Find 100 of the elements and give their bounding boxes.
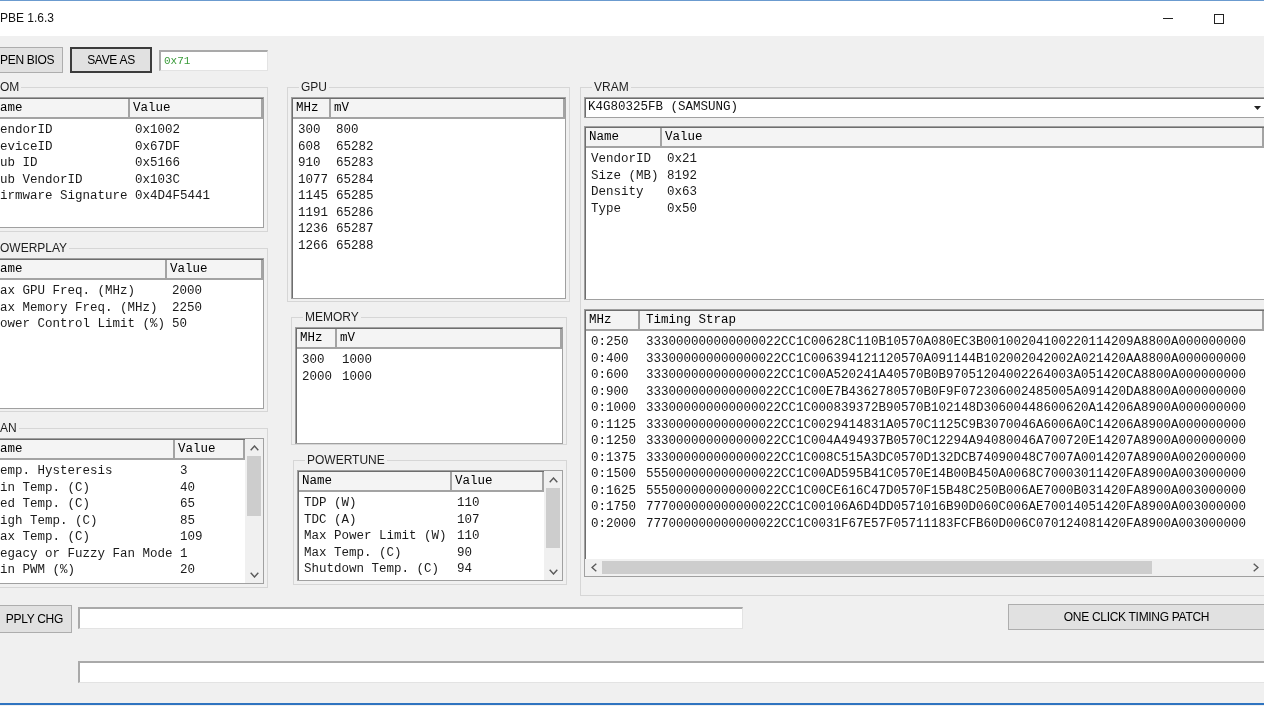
- minimize-icon: [1162, 18, 1173, 19]
- frequency-cell-text: 0:1125: [590, 416, 637, 433]
- dropdown-arrow-icon: [1254, 105, 1261, 110]
- scroll-down-icon: [548, 568, 558, 575]
- scroll-down-icon: [249, 571, 259, 578]
- column-header[interactable]: Name: [586, 128, 662, 148]
- property-name-cell-text: Size (MB): [590, 167, 660, 184]
- timing-strap-cell-text: 777000000000000022CC1C00106A6D4DD0571016B90D060C006AE70014051420FA8900A003000000: [645, 499, 1248, 516]
- frequency-cell-text: 1191: [297, 204, 329, 221]
- column-header[interactable]: Value: [175, 440, 245, 460]
- frequency-cell-text: 300: [297, 122, 322, 139]
- voltage-cell-text: 65283: [335, 155, 375, 172]
- property-value-cell-text: 40: [179, 479, 196, 496]
- output-field[interactable]: [78, 661, 1264, 683]
- horizontal-scrollbar[interactable]: [585, 559, 1264, 576]
- property-value-cell-text: 107: [456, 511, 481, 528]
- scrollbar-thumb[interactable]: [247, 456, 261, 516]
- timing-strap-cell-text: 777000000000000022CC1C0031F67E57F05711183FCFB60D006C070124081420FA8900A003000000: [645, 515, 1248, 532]
- timing-strap-cell-text: 333000000000000022CC1C000839372B90570B102148D30600448600620A14206A8900A000000000: [645, 400, 1248, 417]
- property-name-cell-text: ed Temp. (C): [0, 496, 91, 513]
- column-header[interactable]: Value: [452, 472, 544, 492]
- column-header[interactable]: ame: [0, 99, 130, 119]
- property-value-cell-text: 0x4D4F5441: [134, 188, 211, 205]
- message-field[interactable]: [78, 607, 743, 629]
- column-header[interactable]: mV: [337, 329, 562, 349]
- frequency-cell-text: 0:1625: [590, 482, 637, 499]
- voltage-cell-text: 65282: [335, 138, 375, 155]
- timing-strap-cell-text: 333000000000000022CC1C004A494937B0570C12294A94080046A700720E14207A8900A000000000: [645, 433, 1248, 450]
- property-name-cell-text: TDC (A): [303, 511, 358, 528]
- column-header[interactable]: MHz: [297, 329, 337, 349]
- timing-strap-cell-text: 333000000000000022CC1C0029414831A0570C1125C9B3070046A6006A0C14206A8900A000000000: [645, 416, 1248, 433]
- voltage-cell-text: 1000: [341, 352, 373, 369]
- property-name-cell: ower Control Limit (%): [0, 316, 167, 333]
- memory-chip-dropdown[interactable]: K4G80325FB (SAMSUNG): [584, 97, 1264, 118]
- property-name-cell-text: egacy or Fuzzy Fan Mode: [0, 545, 174, 562]
- property-value-cell-text: 0x50: [666, 200, 698, 217]
- timing-patch-button[interactable]: ONE CLICK TIMING PATCH: [1008, 604, 1264, 630]
- column-header[interactable]: mV: [331, 99, 565, 119]
- timing-strap-cell-text: 333000000000000022CC1C00628C110B10570A080EC3B00100204100220114209A8800A000000000: [645, 334, 1248, 351]
- property-value-cell-text: 0x21: [666, 151, 698, 168]
- column-header[interactable]: ame: [0, 440, 175, 460]
- property-value-cell-text: 109: [179, 529, 204, 546]
- property-value-cell-text: 110: [456, 528, 481, 545]
- voltage-cell-text: 800: [335, 122, 360, 139]
- property-name-cell-text: ax GPU Freq. (MHz): [0, 283, 137, 300]
- frequency-cell-text: 1236: [297, 221, 329, 238]
- vertical-scrollbar[interactable]: [245, 439, 263, 583]
- property-value-cell-text: 90: [456, 544, 473, 561]
- frequency-cell-text: 1266: [297, 237, 329, 254]
- frequency-cell-text: 0:1250: [590, 433, 637, 450]
- property-value-cell-text: 8192: [666, 167, 698, 184]
- group-title: VRAM: [593, 80, 630, 94]
- scrollbar-thumb[interactable]: [546, 488, 560, 548]
- open-bios-button[interactable]: PEN BIOS: [0, 47, 63, 73]
- frequency-cell-text: 0:600: [590, 367, 630, 384]
- property-value-cell-text: 2250: [171, 299, 203, 316]
- group-title: OM: [0, 80, 21, 94]
- voltage-cell-text: 65284: [335, 171, 375, 188]
- column-header[interactable]: MHz: [293, 99, 331, 119]
- scrollbar-thumb[interactable]: [602, 561, 1152, 574]
- frequency-cell-text: 1077: [297, 171, 329, 188]
- property-name-cell-text: eviceID: [0, 138, 54, 155]
- vertical-scrollbar[interactable]: [544, 471, 562, 580]
- frequency-cell-text: 0:1500: [590, 466, 637, 483]
- voltage-cell-text: 65286: [335, 204, 375, 221]
- frequency-cell-text: 0:900: [590, 383, 630, 400]
- property-name-cell-text: Shutdown Temp. (C): [303, 561, 441, 578]
- property-value-cell-text: 65: [179, 496, 196, 513]
- timing-strap-cell-text: 555000000000000022CC1C00AD595B41C0570E14B00B450A0068C70003011420FA8900A003000000: [645, 466, 1248, 483]
- property-name-cell-text: irmware Signature: [0, 188, 129, 205]
- property-value-cell-text: 2000: [171, 283, 203, 300]
- column-header[interactable]: Timing Strap: [640, 311, 1264, 331]
- column-header[interactable]: Name: [299, 472, 452, 492]
- property-name-cell-text: Max Temp. (C): [303, 544, 403, 561]
- property-value-cell-text: 0x1002: [134, 122, 181, 139]
- property-value-cell-text: 3: [179, 463, 189, 480]
- property-value-cell-text: 20: [179, 562, 196, 579]
- frequency-cell-text: 910: [297, 155, 322, 172]
- voltage-cell-text: 65288: [335, 237, 375, 254]
- scroll-left-icon: [590, 563, 597, 572]
- voltage-cell-text: 65287: [335, 221, 375, 238]
- frequency-cell-text: 0:400: [590, 350, 630, 367]
- save-as-button[interactable]: SAVE AS: [70, 47, 152, 73]
- frequency-cell-text: 0:1375: [590, 449, 637, 466]
- hex-value-field[interactable]: 0x71: [159, 49, 268, 71]
- column-header[interactable]: Value: [167, 260, 263, 280]
- timing-strap-cell-text: 555000000000000022CC1C00CE616C47D0570F15B48C250B006AE7000B031420FA8900A003000000: [645, 482, 1248, 499]
- column-header[interactable]: Value: [662, 128, 1264, 148]
- property-value-cell-text: 50: [171, 316, 188, 333]
- property-value-cell-text: 0x63: [666, 184, 698, 201]
- column-header[interactable]: ame: [0, 260, 167, 280]
- column-header[interactable]: MHz: [586, 311, 640, 331]
- column-header[interactable]: Value: [130, 99, 263, 119]
- apply-changes-button[interactable]: PPLY CHG: [0, 605, 72, 633]
- property-name-cell-text: ub VendorID: [0, 171, 84, 188]
- property-value-cell-text: 85: [179, 512, 196, 529]
- property-name-cell-text: Density: [590, 184, 645, 201]
- maximize-icon: [1213, 13, 1224, 24]
- property-name-cell-text: TDP (W): [303, 495, 358, 512]
- property-name-cell-text: igh Temp. (C): [0, 512, 99, 529]
